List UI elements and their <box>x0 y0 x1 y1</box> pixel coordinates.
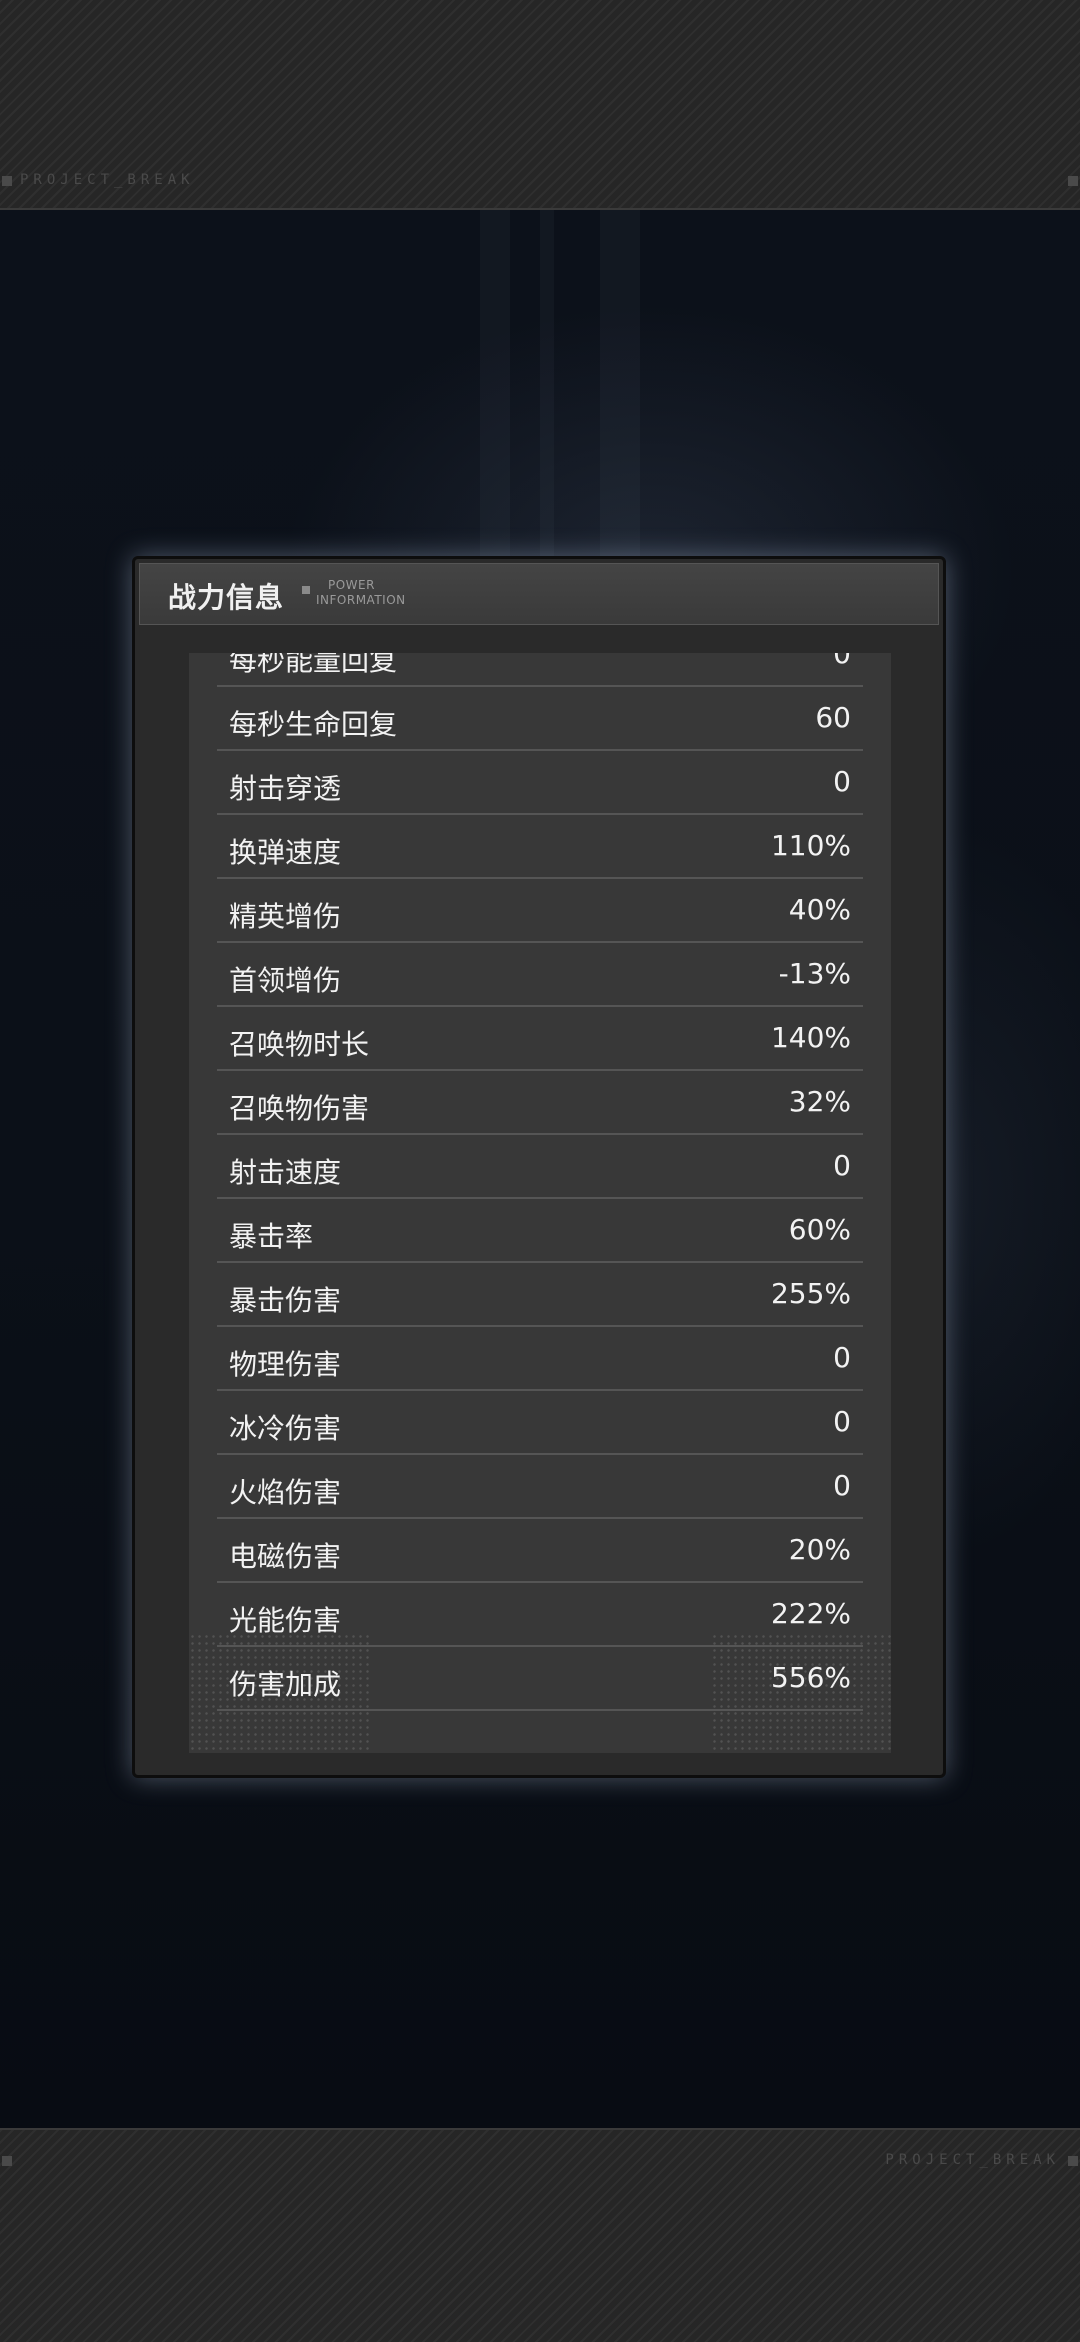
background-stripe <box>600 210 640 570</box>
stat-row-boss-damage: 首领增伤 -13% <box>217 943 863 1007</box>
stat-row-light-damage: 光能伤害 222% <box>217 1583 863 1647</box>
stat-label: 电磁伤害 <box>229 1540 342 1573</box>
stat-label: 火焰伤害 <box>229 1476 342 1509</box>
stat-value: 40% <box>788 893 851 926</box>
panel-title: 战力信息 <box>168 581 285 614</box>
stat-value: 140% <box>770 1021 851 1054</box>
banner-square-left <box>2 176 12 186</box>
stat-row-fire-rate: 射击速度 0 <box>217 1135 863 1199</box>
stat-value: 0 <box>833 765 851 798</box>
stat-label: 光能伤害 <box>229 1604 342 1637</box>
stat-label: 换弹速度 <box>229 836 342 869</box>
panel-header: 战力信息 POWER INFORMATION <box>139 563 939 625</box>
stat-label: 精英增伤 <box>229 900 342 933</box>
top-banner: PROJECT_BREAK <box>0 0 1080 210</box>
panel-subtitle-line2: INFORMATION <box>316 593 406 607</box>
stat-value: 255% <box>770 1277 851 1310</box>
stat-label: 暴击伤害 <box>229 1284 342 1317</box>
bottom-banner: PROJECT_BREAK <box>0 2128 1080 2342</box>
stat-row-damage-bonus: 伤害加成 556% <box>217 1647 863 1711</box>
stat-label: 射击穿透 <box>229 772 342 805</box>
stat-value: 0 <box>833 1341 851 1374</box>
stat-label: 冰冷伤害 <box>229 1412 342 1445</box>
stat-label: 物理伤害 <box>229 1348 342 1381</box>
stat-row-cold-damage: 冰冷伤害 0 <box>217 1391 863 1455</box>
stat-label: 伤害加成 <box>229 1668 342 1701</box>
background-stripe <box>540 210 554 570</box>
stat-value: 0 <box>833 653 851 670</box>
stat-list: 每秒能量回复 0 每秒生命回复 60 射击穿透 0 换弹速度 110% 精英增伤… <box>217 653 863 1711</box>
stat-row-summon-damage: 召唤物伤害 32% <box>217 1071 863 1135</box>
stat-label: 射击速度 <box>229 1156 342 1189</box>
stat-label: 召唤物时长 <box>229 1028 370 1061</box>
background-stripe <box>480 210 510 570</box>
stat-row-summon-duration: 召唤物时长 140% <box>217 1007 863 1071</box>
stat-value: 222% <box>770 1597 851 1630</box>
title-square-icon <box>302 586 310 594</box>
power-info-panel: 战力信息 POWER INFORMATION 每秒能量回复 0 每秒生命回复 6… <box>132 556 946 1778</box>
top-banner-tag: PROJECT_BREAK <box>20 172 195 188</box>
stat-label: 召唤物伤害 <box>229 1092 370 1125</box>
stat-row-electromagnetic-damage: 电磁伤害 20% <box>217 1519 863 1583</box>
stat-value: 556% <box>770 1661 851 1694</box>
stat-row-reload-speed: 换弹速度 110% <box>217 815 863 879</box>
stat-label: 首领增伤 <box>229 964 342 997</box>
stat-row-physical-damage: 物理伤害 0 <box>217 1327 863 1391</box>
stat-value: 0 <box>833 1469 851 1502</box>
banner-square-left <box>2 2156 12 2166</box>
stat-label: 暴击率 <box>229 1220 314 1253</box>
stat-row-elite-damage: 精英增伤 40% <box>217 879 863 943</box>
stat-value: -13% <box>778 957 851 990</box>
banner-square-right <box>1068 176 1078 186</box>
stats-scroll-list[interactable]: 每秒能量回复 0 每秒生命回复 60 射击穿透 0 换弹速度 110% 精英增伤… <box>189 653 891 1753</box>
stat-value: 110% <box>770 829 851 862</box>
banner-square-right <box>1068 2156 1078 2166</box>
stat-row-fire-damage: 火焰伤害 0 <box>217 1455 863 1519</box>
stat-value: 32% <box>788 1085 851 1118</box>
stat-value: 0 <box>833 1149 851 1182</box>
stat-row-energy-regen: 每秒能量回复 0 <box>217 653 863 687</box>
stat-value: 60 <box>815 701 851 734</box>
stat-label: 每秒生命回复 <box>229 708 398 741</box>
stat-value: 0 <box>833 1405 851 1438</box>
panel-subtitle: POWER INFORMATION <box>316 578 406 608</box>
stat-value: 60% <box>788 1213 851 1246</box>
stat-row-penetration: 射击穿透 0 <box>217 751 863 815</box>
stat-label: 每秒能量回复 <box>229 653 398 677</box>
stat-row-crit-rate: 暴击率 60% <box>217 1199 863 1263</box>
panel-subtitle-line1: POWER <box>328 578 375 592</box>
stat-row-health-regen: 每秒生命回复 60 <box>217 687 863 751</box>
bottom-banner-tag: PROJECT_BREAK <box>885 2152 1060 2168</box>
stat-value: 20% <box>788 1533 851 1566</box>
stat-row-crit-damage: 暴击伤害 255% <box>217 1263 863 1327</box>
